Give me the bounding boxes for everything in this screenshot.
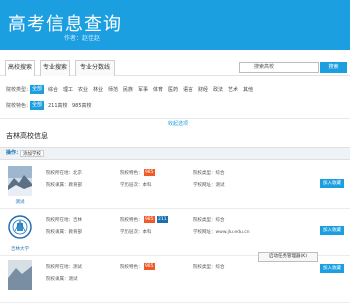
filter-feature-label: 院校特色：	[6, 103, 32, 109]
tab-major-search[interactable]: 专业搜索	[40, 60, 70, 76]
filter-type-option[interactable]: 民族	[123, 84, 133, 96]
divider	[0, 118, 350, 119]
filter-feature-211[interactable]: 211高校	[48, 100, 68, 112]
search-input[interactable]: 搜索高校	[239, 62, 319, 73]
filter-type-option[interactable]: 师范	[108, 84, 118, 96]
tab-major-score[interactable]: 专业分数线	[75, 60, 115, 76]
operation-bar: 操作： 添加学校	[0, 147, 350, 160]
search-button[interactable]: 搜索	[320, 62, 347, 73]
badge-985: 985	[143, 263, 155, 270]
type-text: 院校类型：综合	[193, 171, 225, 176]
feature-row: 院校特色： 985 211	[120, 216, 169, 223]
department-text: 院校隶属：测试	[46, 277, 78, 282]
add-favorite-button[interactable]: 加入收藏	[320, 226, 344, 235]
filter-type-option[interactable]: 军事	[138, 84, 148, 96]
filter-type-option[interactable]: 综合	[48, 84, 58, 96]
university-card: 吉林大学 院校所在地：吉林 院校隶属：教育部 院校特色： 985 211 学历层…	[0, 210, 350, 256]
filter-type-all[interactable]: 全部	[30, 85, 45, 94]
badge-985: 985	[143, 216, 155, 223]
website-text[interactable]: 学校网址：www.jlu.edu.cn	[193, 229, 250, 235]
location-text: 院校所在地：吉林	[46, 218, 82, 223]
location-text: 院校所在地：测试	[46, 265, 82, 270]
university-card: 测试 院校所在地：北京 院校隶属：教育部 院校特色： 985 学历层次：本科 院…	[0, 163, 350, 209]
filter-type-option[interactable]: 林业	[93, 84, 103, 96]
type-text: 院校类型：综合	[193, 218, 225, 223]
filter-type-label: 院校类型：	[6, 87, 32, 93]
department-text: 院校隶属：教育部	[46, 183, 82, 188]
add-favorite-button[interactable]: 加入收藏	[320, 179, 344, 188]
feature-label: 院校特色：	[120, 218, 143, 223]
university-logo	[8, 213, 32, 243]
operation-label: 操作：	[6, 150, 22, 156]
filter-type-option[interactable]: 医药	[168, 84, 178, 96]
header-banner: 高考信息查询 作者：赵佳赵	[0, 0, 350, 50]
filter-type-option[interactable]: 语言	[183, 84, 193, 96]
university-image	[8, 166, 32, 196]
filter-type-option[interactable]: 农业	[78, 84, 88, 96]
badge-985: 985	[143, 169, 155, 176]
author-text: 作者：赵佳赵	[64, 35, 101, 42]
context-menu-item[interactable]: 启动任务管理器(K)	[258, 252, 318, 262]
badge-211: 211	[156, 216, 168, 223]
website-text: 学校网址：测试	[193, 183, 225, 188]
type-text: 院校类型：综合	[193, 265, 225, 270]
university-name[interactable]: 测试	[8, 199, 32, 205]
university-image	[8, 260, 32, 290]
filter-feature-985[interactable]: 985高校	[72, 100, 92, 112]
location-text: 院校所在地：北京	[46, 171, 82, 176]
feature-label: 院校特色：	[120, 171, 143, 176]
filter-type-row: 院校类型： 全部 综合 理工 农业 林业 师范 民族 军事 体育 医药 语言 财…	[0, 84, 350, 96]
filter-feature-row: 院校特色： 全部 211高校 985高校	[0, 100, 350, 112]
filter-type-option[interactable]: 政法	[213, 84, 223, 96]
feature-label: 院校特色：	[120, 265, 143, 270]
feature-row: 院校特色： 985	[120, 169, 156, 176]
filter-type-option[interactable]: 其他	[243, 84, 253, 96]
department-text: 院校隶属：教育部	[46, 230, 82, 235]
add-school-button[interactable]: 添加学校	[20, 150, 44, 157]
filter-type-option[interactable]: 艺术	[228, 84, 238, 96]
filter-type-option[interactable]: 理工	[63, 84, 73, 96]
add-favorite-button[interactable]: 加入收藏	[320, 264, 344, 273]
level-text: 学历层次：本科	[120, 183, 152, 188]
collapse-options-link[interactable]: 收起选项	[168, 120, 188, 127]
university-card: 院校所在地：测试 院校隶属：测试 院校特色： 985 院校类型：综合 加入收藏	[0, 257, 350, 303]
filter-type-option[interactable]: 财经	[198, 84, 208, 96]
section-title: 吉林高校信息	[6, 132, 48, 140]
university-name[interactable]: 吉林大学	[8, 246, 32, 252]
filter-feature-all[interactable]: 全部	[30, 101, 45, 110]
feature-row: 院校特色： 985	[120, 263, 156, 270]
tab-university-search[interactable]: 高校搜索	[5, 60, 35, 76]
level-text: 学历层次：本科	[120, 230, 152, 235]
filter-type-option[interactable]: 体育	[153, 84, 163, 96]
